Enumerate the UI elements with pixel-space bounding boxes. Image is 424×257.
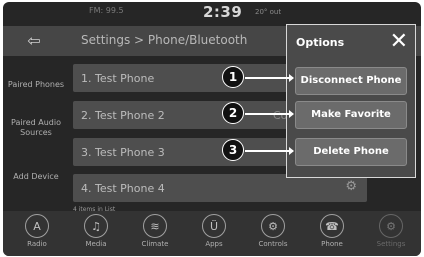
dock-label: Controls: [258, 240, 288, 248]
callout-1: 1: [222, 66, 244, 88]
status-bar: FM: 99.5 2:39 20° out: [3, 2, 421, 22]
infotainment-screen: FM: 99.5 2:39 20° out ⇦ Settings > Phone…: [3, 2, 421, 256]
dock-settings[interactable]: ⚙ Settings: [366, 214, 416, 248]
dock-media[interactable]: ♫ Media: [71, 214, 121, 248]
climate-icon: ≋: [143, 214, 167, 238]
nav-item-add-device[interactable]: Add Device: [3, 172, 69, 182]
dock-radio[interactable]: A Radio: [12, 214, 62, 248]
dock-label: Media: [85, 240, 107, 248]
outside-temperature: 20° out: [255, 8, 282, 16]
dock-climate[interactable]: ≋ Climate: [130, 214, 180, 248]
dock-label: Climate: [141, 240, 169, 248]
radio-icon: A: [25, 214, 49, 238]
controls-icon: ⚙: [261, 214, 285, 238]
popup-title: Options: [296, 36, 345, 49]
list-item-label: 4. Test Phone 4: [81, 182, 165, 195]
bottom-dock: A Radio ♫ Media ≋ Climate Ü Apps ⚙ Contr…: [3, 211, 421, 256]
callout-arrow: [245, 110, 294, 117]
clock: 2:39: [203, 3, 243, 21]
callout-3: 3: [222, 139, 244, 161]
callout-arrow: [245, 147, 294, 154]
page-title: Settings > Phone/Bluetooth: [81, 33, 248, 47]
disconnect-phone-button[interactable]: Disconnect Phone: [295, 67, 407, 95]
dock-label: Apps: [205, 240, 223, 248]
left-nav: Paired Phones Paired Audio Sources Add D…: [3, 58, 69, 208]
apps-icon: Ü: [202, 214, 226, 238]
dock-label: Phone: [321, 240, 343, 248]
gear-icon[interactable]: ⚙: [345, 179, 357, 194]
callout-2: 2: [222, 102, 244, 124]
nav-item-paired-audio-sources[interactable]: Paired Audio Sources: [3, 118, 69, 138]
music-note-icon: ♫: [84, 214, 108, 238]
list-item-label: 1. Test Phone: [81, 72, 155, 85]
dock-label: Settings: [376, 240, 406, 248]
arrow-left-icon: ⇦: [27, 31, 41, 50]
phone-icon: ☎: [320, 214, 344, 238]
list-item-label: 2. Test Phone 2: [81, 109, 165, 122]
dock-controls[interactable]: ⚙ Controls: [248, 214, 298, 248]
nav-item-paired-phones[interactable]: Paired Phones: [3, 80, 69, 90]
radio-status: FM: 99.5: [89, 6, 124, 15]
back-button[interactable]: ⇦: [17, 31, 51, 51]
callout-arrow: [245, 74, 294, 81]
delete-phone-button[interactable]: Delete Phone: [295, 138, 407, 166]
dock-phone[interactable]: ☎ Phone: [307, 214, 357, 248]
options-popup: Options ✕ Disconnect Phone Make Favorite…: [286, 24, 416, 178]
dock-label: Radio: [27, 240, 47, 248]
list-item[interactable]: 4. Test Phone 4 ⚙: [73, 174, 367, 202]
close-icon[interactable]: ✕: [390, 28, 408, 56]
make-favorite-button[interactable]: Make Favorite: [295, 101, 407, 129]
list-item-label: 3. Test Phone 3: [81, 146, 165, 159]
dock-apps[interactable]: Ü Apps: [189, 214, 239, 248]
settings-gear-icon: ⚙: [379, 214, 403, 238]
